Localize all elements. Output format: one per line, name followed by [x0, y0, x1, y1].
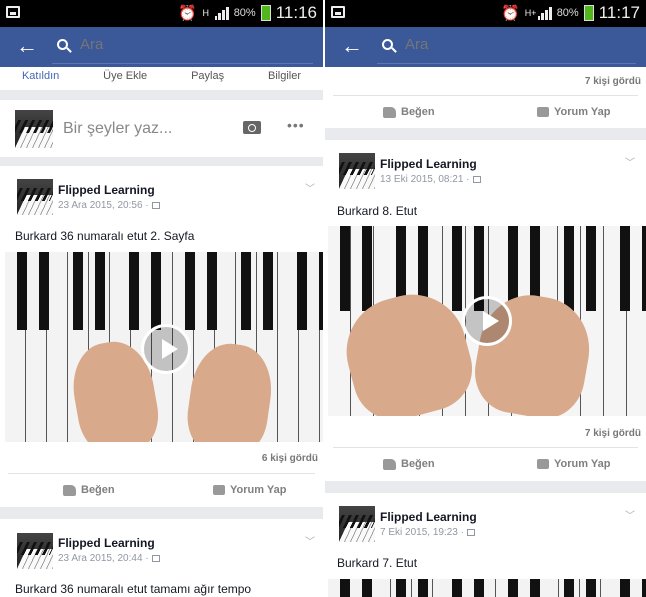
post-text: Burkard 36 numaralı etut tamamı ağır tem…	[15, 582, 252, 596]
chevron-down-icon[interactable]: ﹀	[305, 533, 315, 548]
play-icon[interactable]	[462, 296, 512, 346]
status-bar: ⏰ H+ 80% 11:17	[325, 0, 646, 27]
post-card: Flipped Learning 13 Eki 2015, 08:21 · ﹀ …	[325, 140, 646, 481]
network-type: H	[202, 7, 209, 18]
comment-button[interactable]: Yorum Yap	[537, 106, 610, 118]
video-thumbnail[interactable]	[328, 579, 646, 597]
view-count[interactable]: 7 kişi gördü	[585, 76, 641, 87]
post-author[interactable]: Flipped Learning	[380, 157, 477, 171]
audience-icon	[151, 202, 160, 209]
left-screen: ⏰ H 80% 11:16 ← Katıldın Üye Ekle Paylaş…	[0, 0, 323, 597]
like-button[interactable]: Beğen	[63, 484, 115, 496]
thumbs-up-icon	[383, 106, 396, 118]
chevron-down-icon[interactable]: ﹀	[305, 180, 315, 195]
post-date: 7 Eki 2015, 19:23 ·	[380, 527, 475, 538]
audience-icon	[472, 176, 481, 183]
post-author[interactable]: Flipped Learning	[380, 510, 477, 524]
like-button[interactable]: Beğen	[383, 458, 435, 470]
play-icon[interactable]	[141, 324, 191, 374]
tab-add-member[interactable]: Üye Ekle	[103, 70, 147, 82]
search-icon	[382, 39, 393, 50]
search-icon	[57, 39, 68, 50]
search-input[interactable]	[80, 36, 300, 53]
view-count[interactable]: 7 kişi gördü	[585, 428, 641, 439]
post-card: Flipped Learning 23 Ara 2015, 20:44 · ﹀ …	[0, 519, 323, 597]
camera-icon[interactable]	[243, 121, 261, 134]
more-icon[interactable]: •••	[287, 117, 305, 133]
author-avatar[interactable]	[339, 153, 375, 189]
gallery-notification-icon	[331, 6, 345, 18]
tab-info[interactable]: Bilgiler	[268, 70, 301, 82]
app-bar: ←	[325, 27, 646, 67]
alarm-icon: ⏰	[501, 5, 520, 22]
post-date: 23 Ara 2015, 20:56 ·	[58, 200, 160, 211]
post-text: Burkard 36 numaralı etut 2. Sayfa	[15, 229, 195, 243]
post-author[interactable]: Flipped Learning	[58, 536, 155, 550]
back-arrow-icon[interactable]: ←	[16, 33, 38, 59]
post-date: 13 Eki 2015, 08:21 ·	[380, 174, 481, 185]
post-date: 23 Ara 2015, 20:44 ·	[58, 553, 160, 564]
search-underline	[377, 63, 636, 64]
like-button[interactable]: Beğen	[383, 106, 435, 118]
group-tabs: Katıldın Üye Ekle Paylaş Bilgiler	[0, 67, 323, 90]
comment-icon	[213, 485, 225, 495]
post-text: Burkard 7. Etut	[337, 556, 418, 570]
video-thumbnail[interactable]	[328, 226, 646, 416]
battery-percent: 80%	[233, 7, 256, 19]
search-underline	[52, 63, 313, 64]
view-count[interactable]: 6 kişi gördü	[262, 453, 318, 464]
app-bar: ←	[0, 27, 323, 67]
post-text: Burkard 8. Etut	[337, 204, 418, 218]
network-type: H+	[524, 7, 537, 18]
right-screen: ⏰ H+ 80% 11:17 ← 7 kişi gördü Beğen Yoru…	[325, 0, 646, 597]
battery-percent: 80%	[556, 7, 579, 19]
composer[interactable]: Bir şeyler yaz... •••	[0, 100, 323, 157]
gallery-notification-icon	[6, 6, 20, 18]
comment-icon	[537, 459, 549, 469]
post-card: Flipped Learning 23 Ara 2015, 20:56 · ﹀ …	[0, 166, 323, 507]
post-card-footer: 7 kişi gördü Beğen Yorum Yap	[325, 67, 646, 128]
composer-placeholder[interactable]: Bir şeyler yaz...	[63, 120, 172, 138]
author-avatar[interactable]	[17, 179, 53, 215]
clock: 11:17	[598, 3, 640, 22]
alarm-icon: ⏰	[178, 5, 197, 22]
chevron-down-icon[interactable]: ﹀	[625, 507, 635, 522]
signal-icon	[214, 6, 229, 20]
thumbs-up-icon	[383, 458, 396, 470]
comment-icon	[537, 107, 549, 117]
search-input[interactable]	[405, 36, 625, 53]
tab-joined[interactable]: Katıldın	[22, 70, 59, 82]
clock: 11:16	[275, 3, 317, 22]
audience-icon	[151, 555, 160, 562]
comment-button[interactable]: Yorum Yap	[537, 458, 610, 470]
battery-icon	[583, 5, 594, 21]
audience-icon	[466, 529, 475, 536]
back-arrow-icon[interactable]: ←	[341, 33, 363, 59]
chevron-down-icon[interactable]: ﹀	[625, 154, 635, 169]
author-avatar[interactable]	[17, 533, 53, 569]
thumbs-up-icon	[63, 484, 76, 496]
post-card: Flipped Learning 7 Eki 2015, 19:23 · ﹀ B…	[325, 493, 646, 597]
status-bar: ⏰ H 80% 11:16	[0, 0, 323, 27]
group-avatar	[15, 110, 53, 148]
post-author[interactable]: Flipped Learning	[58, 183, 155, 197]
battery-icon	[260, 5, 271, 21]
comment-button[interactable]: Yorum Yap	[213, 484, 286, 496]
author-avatar[interactable]	[339, 506, 375, 542]
signal-icon	[537, 6, 552, 20]
video-thumbnail[interactable]	[5, 252, 323, 442]
tab-share[interactable]: Paylaş	[191, 70, 224, 82]
